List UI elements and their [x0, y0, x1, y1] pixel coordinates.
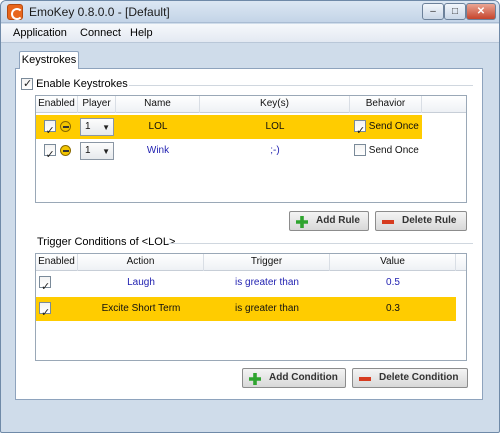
enable-keystrokes-checkbox[interactable] [21, 77, 33, 91]
rule-enabled-cell[interactable] [36, 115, 78, 143]
rule-enabled-checkbox[interactable] [43, 119, 56, 143]
col-player[interactable]: Player [78, 96, 116, 113]
minus-icon [382, 220, 394, 224]
player-combo[interactable]: 1 ▼ [80, 118, 114, 136]
plus-icon [249, 373, 261, 385]
condition-action[interactable]: Laugh [78, 271, 204, 295]
player-combo[interactable]: 1 ▼ [80, 142, 114, 160]
send-once-label: Send Once [368, 145, 419, 156]
delete-rule-label: Delete Rule [402, 215, 457, 226]
condition-trigger[interactable]: is greater than [204, 271, 330, 295]
col-enabled[interactable]: Enabled [36, 254, 78, 271]
col-enabled[interactable]: Enabled [36, 96, 78, 113]
window-title: EmoKey 0.8.0.0 - [Default] [29, 5, 170, 19]
minus-icon [359, 377, 371, 381]
chevron-down-icon: ▼ [102, 147, 110, 156]
add-rule-button[interactable]: Add Rule [289, 211, 369, 231]
maximize-button[interactable]: □ [444, 3, 466, 20]
condition-value[interactable]: 0.5 [330, 271, 456, 295]
rule-name[interactable]: LOL [116, 115, 200, 139]
add-condition-label: Add Condition [269, 372, 338, 383]
send-once-checkbox[interactable] [354, 119, 366, 143]
rule-row[interactable]: 1▼ LOL LOL Send Once [36, 115, 422, 143]
rule-behavior-cell[interactable]: Send Once [350, 139, 422, 163]
send-once-checkbox[interactable] [354, 144, 366, 157]
menu-application[interactable]: Application [13, 27, 67, 39]
condition-enabled-checkbox[interactable] [39, 275, 51, 299]
col-trigger[interactable]: Trigger [204, 254, 330, 271]
delete-rule-button[interactable]: Delete Rule [375, 211, 467, 231]
enable-keystrokes-row[interactable]: Enable Keystrokes [21, 77, 128, 91]
send-once-label: Send Once [368, 121, 419, 132]
plus-icon [296, 216, 308, 228]
rule-name[interactable]: Wink [116, 139, 200, 163]
rule-keys[interactable]: ;-) [200, 139, 350, 163]
delete-condition-button[interactable]: Delete Condition [352, 368, 468, 388]
condition-action[interactable]: Excite Short Term [78, 297, 204, 321]
player-head-icon [59, 120, 71, 132]
rule-row[interactable]: 1▼ Wink ;-) Send Once [36, 139, 422, 167]
col-name[interactable]: Name [116, 96, 200, 113]
rules-table: Enabled Player Name Key(s) Behavior 1▼ L… [35, 95, 467, 203]
rule-enabled-checkbox[interactable] [43, 143, 56, 167]
condition-enabled-cell[interactable] [36, 271, 54, 299]
player-value: 1 [85, 121, 91, 132]
col-value[interactable]: Value [330, 254, 456, 271]
condition-value[interactable]: 0.3 [330, 297, 456, 321]
emokey-app-icon [7, 4, 23, 20]
condition-enabled-cell[interactable] [36, 297, 54, 325]
rules-table-header: Enabled Player Name Key(s) Behavior [36, 96, 466, 113]
enable-keystrokes-label: Enable Keystrokes [36, 78, 128, 91]
chevron-down-icon: ▼ [102, 123, 110, 132]
rule-enabled-cell[interactable] [36, 139, 78, 167]
conditions-table-header: Enabled Action Trigger Value [36, 254, 466, 271]
tab-keystrokes[interactable]: Keystrokes [19, 51, 79, 69]
rule-keys[interactable]: LOL [200, 115, 350, 139]
col-keys[interactable]: Key(s) [200, 96, 350, 113]
menu-bar: Application Connect Help [1, 24, 499, 43]
rule-behavior-cell[interactable]: Send Once [350, 115, 422, 143]
menu-help[interactable]: Help [130, 27, 153, 39]
conditions-table: Enabled Action Trigger Value Laugh is gr… [35, 253, 467, 361]
group-divider [167, 243, 473, 244]
menu-connect[interactable]: Connect [80, 27, 121, 39]
col-action[interactable]: Action [78, 254, 204, 271]
condition-trigger[interactable]: is greater than [204, 297, 330, 321]
group-divider [129, 85, 473, 86]
player-value: 1 [85, 145, 91, 156]
add-condition-button[interactable]: Add Condition [242, 368, 346, 388]
app-window: EmoKey 0.8.0.0 - [Default] – □ ✕ Applica… [0, 0, 500, 433]
trigger-conditions-label: Trigger Conditions of <LOL> [37, 236, 176, 248]
condition-row[interactable]: Excite Short Term is greater than 0.3 [36, 297, 456, 325]
close-button[interactable]: ✕ [466, 3, 496, 20]
add-rule-label: Add Rule [316, 215, 360, 226]
minimize-button[interactable]: – [422, 3, 444, 20]
delete-condition-label: Delete Condition [379, 372, 459, 383]
player-head-icon [59, 144, 71, 156]
title-bar[interactable]: EmoKey 0.8.0.0 - [Default] – □ ✕ [1, 1, 499, 23]
condition-enabled-checkbox[interactable] [39, 301, 51, 325]
condition-row[interactable]: Laugh is greater than 0.5 [36, 271, 456, 299]
col-behavior[interactable]: Behavior [350, 96, 422, 113]
